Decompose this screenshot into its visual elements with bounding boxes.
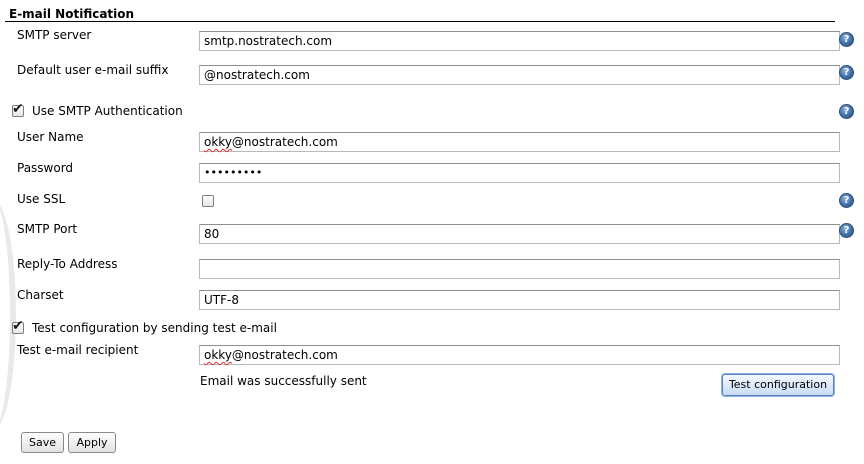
charset-input[interactable] (199, 290, 840, 310)
smtp-server-input[interactable] (199, 31, 840, 51)
user-name-input[interactable]: okky@nostratech.com (199, 132, 840, 152)
apply-button[interactable]: Apply (68, 432, 116, 453)
smtp-auth-help-icon[interactable]: ? (839, 104, 854, 119)
save-button[interactable]: Save (21, 432, 64, 453)
smtp-port-input[interactable] (199, 224, 840, 244)
test-recipient-input[interactable]: okky@nostratech.com (199, 345, 840, 365)
default-suffix-label: Default user e-mail suffix (17, 63, 169, 77)
reply-to-input[interactable] (199, 259, 840, 279)
test-recipient-value-prefix: okky (204, 348, 232, 362)
smtp-server-help-icon[interactable]: ? (839, 32, 854, 47)
user-name-value-rest: @nostratech.com (231, 135, 338, 149)
smtp-server-label: SMTP server (17, 28, 92, 42)
test-configuration-button[interactable]: Test configuration (722, 374, 834, 396)
use-ssl-help-icon[interactable]: ? (839, 193, 854, 208)
password-input[interactable]: ••••••••• (199, 163, 840, 183)
checkmark-icon: ✔ (12, 318, 24, 334)
use-smtp-auth-label: Use SMTP Authentication (32, 104, 183, 118)
user-name-value-prefix: okky (204, 135, 232, 149)
checkmark-icon: ✔ (12, 101, 24, 117)
user-name-label: User Name (17, 130, 84, 144)
default-suffix-help-icon[interactable]: ? (839, 65, 854, 80)
test-config-checkbox[interactable]: ✔ (12, 318, 24, 334)
password-label: Password (17, 161, 74, 175)
reply-to-label: Reply-To Address (17, 257, 118, 271)
background-shadow (0, 200, 16, 430)
smtp-port-label: SMTP Port (17, 222, 78, 236)
charset-label: Charset (17, 288, 64, 302)
email-notification-page: E-mail Notification SMTP server ? Defaul… (0, 0, 864, 464)
status-message: Email was successfully sent (200, 374, 367, 388)
test-recipient-label: Test e-mail recipient (17, 343, 139, 357)
test-config-label: Test configuration by sending test e-mai… (32, 321, 277, 335)
section-divider (5, 21, 835, 22)
use-ssl-checkbox[interactable] (202, 195, 214, 207)
use-smtp-auth-checkbox[interactable]: ✔ (12, 101, 24, 117)
use-ssl-label: Use SSL (17, 192, 66, 206)
smtp-port-help-icon[interactable]: ? (839, 223, 854, 238)
test-recipient-value-rest: @nostratech.com (231, 348, 338, 362)
default-suffix-input[interactable] (199, 65, 840, 85)
section-title: E-mail Notification (9, 7, 135, 21)
